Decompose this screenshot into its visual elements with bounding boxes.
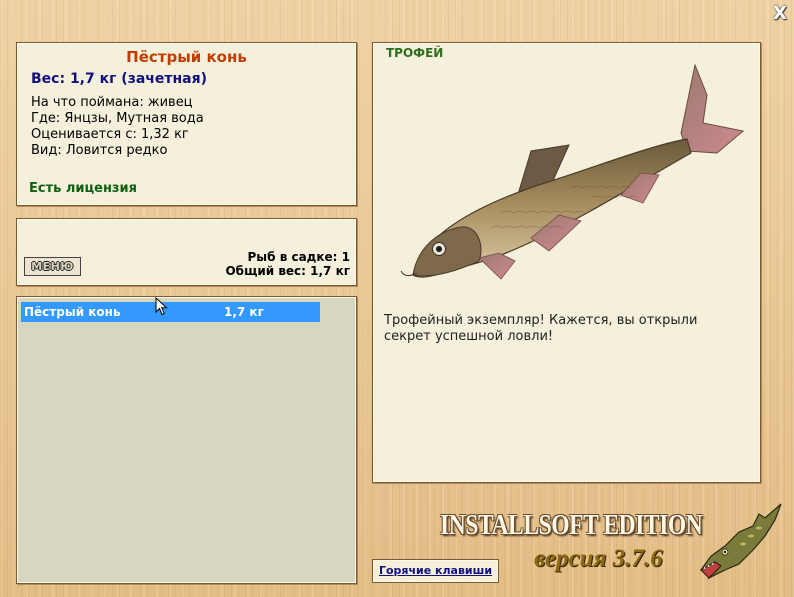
cage-panel: МЕНЮ Рыб в садке: 1 Общий вес: 1,7 кг [16, 218, 357, 286]
brand-version: версия 3.7.6 [534, 545, 663, 572]
brand-title: INSTALLSOFT EDITION [440, 510, 703, 541]
location-info: Где: Янцзы, Мутная вода [31, 111, 204, 126]
menu-button[interactable]: МЕНЮ [24, 257, 81, 276]
fish-count: Рыб в садке: 1 [247, 250, 351, 264]
rarity-info: Вид: Ловится редко [31, 143, 168, 158]
fish-name: Пёстрый конь [126, 48, 247, 66]
fish-info-panel: Пёстрый конь Вес: 1,7 кг (зачетная) На ч… [16, 42, 357, 206]
trophy-panel: ТРОФЕЙ Трофейный экземпляр! Кажется, вы … [372, 42, 761, 483]
fish-weight: Вес: 1,7 кг (зачетная) [31, 71, 208, 87]
list-item-weight: 1,7 кг [224, 305, 264, 319]
catch-list-panel: Пёстрый конь 1,7 кг [16, 296, 357, 584]
mouse-cursor-icon [155, 297, 168, 316]
total-weight: Общий вес: 1,7 кг [225, 264, 350, 278]
value-info: Оценивается с: 1,32 кг [31, 127, 189, 142]
bait-info: На что поймана: живец [31, 95, 193, 110]
close-button[interactable]: X [772, 5, 788, 23]
license-status: Есть лицензия [29, 181, 137, 196]
list-item[interactable]: Пёстрый конь 1,7 кг [21, 302, 320, 322]
pike-logo-icon [699, 503, 782, 580]
fish-image [400, 63, 745, 280]
trophy-message: Трофейный экземпляр! Кажется, вы открыли… [384, 313, 698, 344]
list-item-name: Пёстрый конь [24, 305, 121, 319]
hotkeys-button[interactable]: Горячие клавиши [372, 559, 499, 583]
